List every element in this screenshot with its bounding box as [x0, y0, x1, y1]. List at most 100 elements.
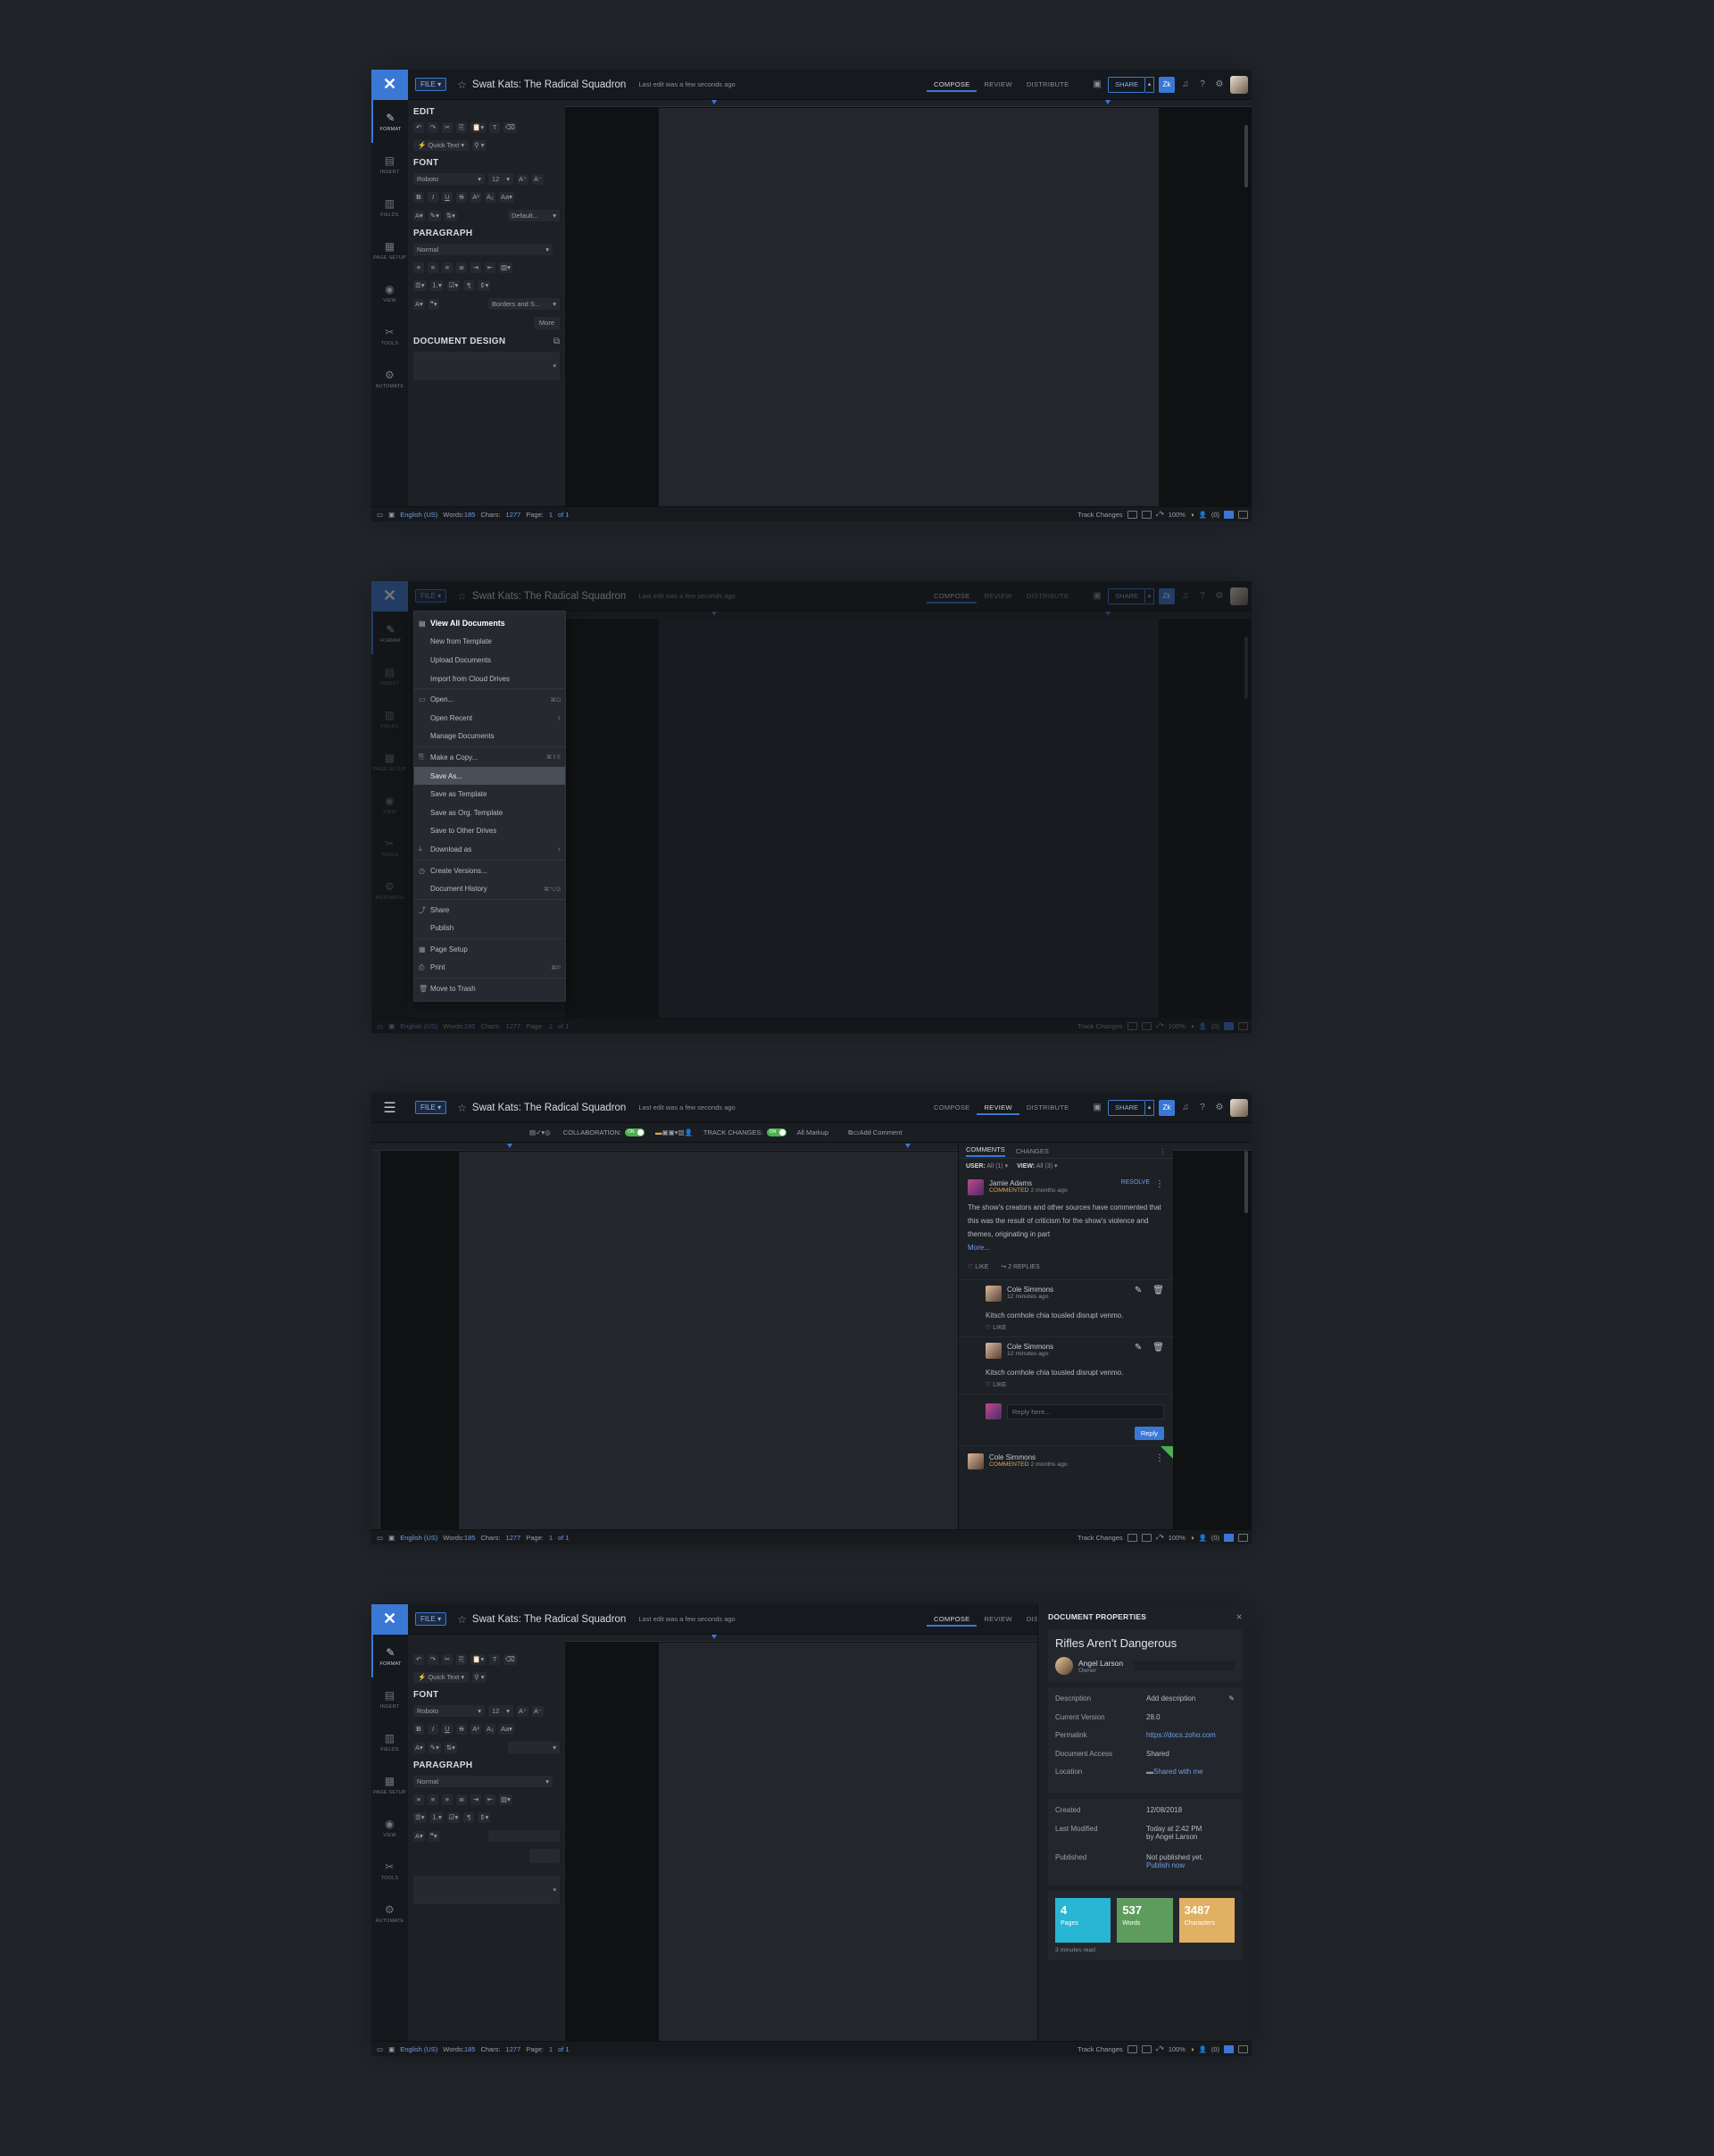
quote-icon[interactable]: ❞▾	[428, 1830, 439, 1842]
font-grow-icon[interactable]: A⁺	[517, 1705, 528, 1717]
rail-fields[interactable]: ▥FIELDS	[371, 186, 408, 229]
user-avatar[interactable]	[1230, 1099, 1248, 1117]
chat-icon[interactable]: ▬	[655, 1128, 662, 1136]
document-title[interactable]: Swat Kats: The Radical Squadron	[472, 79, 626, 90]
zoom-select[interactable]: 100%	[1169, 1534, 1186, 1542]
rail-page-setup[interactable]: ▦PAGE SETUP	[371, 1763, 408, 1806]
tab-review[interactable]: REVIEW	[977, 1101, 1019, 1115]
collaboration-toggle[interactable]: ON	[625, 1128, 645, 1136]
font-size-select[interactable]: 12 ▾	[488, 173, 513, 185]
comment-icon[interactable]: ▭	[377, 511, 383, 519]
fit-icon[interactable]: ⤢▾	[1156, 1533, 1164, 1542]
like-button[interactable]: ♡ LIKE	[986, 1324, 1164, 1331]
file-menu-item[interactable]: Upload Documents	[414, 651, 565, 670]
document-page[interactable]	[659, 108, 1159, 506]
web-view-icon[interactable]	[1238, 510, 1248, 519]
italic-icon[interactable]: I	[428, 1724, 438, 1735]
case-icon[interactable]: Aa▾	[499, 192, 514, 203]
like-button[interactable]: ♡ LIKE	[968, 1263, 988, 1270]
keyboard-icon[interactable]	[1141, 1533, 1152, 1542]
underline-icon[interactable]: U	[442, 1724, 453, 1735]
subscript-icon[interactable]: A₂	[485, 1724, 495, 1735]
rail-tools[interactable]: ✂TOOLS	[371, 1849, 408, 1892]
reply-input[interactable]	[1007, 1403, 1164, 1419]
page-view-icon[interactable]	[1224, 510, 1234, 519]
superscript-icon[interactable]: A²	[470, 192, 481, 203]
subscript-icon[interactable]: A₂	[485, 192, 495, 203]
property-value[interactable]: Add description	[1146, 1694, 1195, 1702]
find-replace-icon[interactable]: ⚲ ▾	[472, 1672, 487, 1683]
undo-icon[interactable]: ↶	[413, 1654, 424, 1665]
users-icon[interactable]: 👤	[1198, 2045, 1206, 2053]
font-family-select[interactable]: Roboto ▾	[413, 173, 485, 185]
settings-icon[interactable]: ⚙	[1213, 1102, 1226, 1114]
star-icon[interactable]: ☆	[457, 1613, 467, 1626]
publish-now-link[interactable]: Publish now	[1146, 1861, 1185, 1869]
vertical-scrollbar[interactable]	[1244, 125, 1248, 187]
file-menu-item[interactable]: Open Recent ›	[414, 709, 565, 728]
document-design-select[interactable]: ▾	[413, 1876, 560, 1904]
bold-icon[interactable]: B	[413, 192, 424, 203]
notifications-icon[interactable]: ♫	[1179, 1102, 1192, 1114]
file-menu-item[interactable]: ⎙ Print ⌘P	[414, 959, 565, 978]
file-menu-item[interactable]: Document History ⌘⌥G	[414, 879, 565, 898]
external-link-icon[interactable]: ⧉	[553, 337, 560, 346]
clear-format-icon[interactable]: ⌫	[503, 1654, 517, 1665]
tab-compose[interactable]: COMPOSE	[927, 78, 978, 92]
align-right-icon[interactable]: ≡	[442, 262, 453, 273]
file-menu-item[interactable]: ⎘ Make a Copy... ⌘⇧S	[414, 748, 565, 767]
share-dropdown-icon[interactable]: ▴	[1145, 1100, 1154, 1116]
reply-button[interactable]: Reply	[1134, 1427, 1164, 1440]
number-list-icon[interactable]: ⒈▾	[429, 280, 444, 291]
zoom-select[interactable]: 100%	[1169, 2045, 1186, 2053]
lock-icon[interactable]: ▧	[678, 1128, 684, 1136]
user-filter[interactable]: USER: All (1) ▾	[966, 1162, 1008, 1170]
text-color-icon[interactable]: A▾	[413, 210, 425, 221]
notifications-icon[interactable]: ♫	[1179, 79, 1192, 91]
default-style-select[interactable]: Default... ▾	[508, 210, 560, 221]
more-button[interactable]: More	[533, 317, 560, 329]
track-changes-label[interactable]: Track Changes	[1077, 1534, 1123, 1542]
tab-review[interactable]: REVIEW	[977, 78, 1019, 92]
more-options-icon[interactable]: ⋮	[1160, 1147, 1167, 1155]
tab-review[interactable]: REVIEW	[977, 1612, 1019, 1627]
case-icon[interactable]: Aa▾	[499, 1724, 514, 1735]
rail-insert[interactable]: ▤INSERT	[371, 1677, 408, 1720]
rail-format[interactable]: ✎FORMAT	[371, 1635, 408, 1677]
rail-tools[interactable]: ✂TOOLS	[371, 314, 408, 357]
theme-icon[interactable]: ◑	[1190, 511, 1194, 519]
paragraph-style-select[interactable]: Normal ▾	[413, 244, 553, 255]
comment-count-icon[interactable]: ▣	[662, 1128, 669, 1136]
replies-toggle[interactable]: ↪ 2 REPLIES	[1001, 1263, 1039, 1270]
page-view-icon[interactable]	[1224, 1533, 1234, 1542]
tab-changes[interactable]: CHANGES	[1016, 1147, 1049, 1155]
document-title[interactable]: Swat Kats: The Radical Squadron	[472, 1103, 626, 1113]
rail-automate[interactable]: ⚙AUTOMATE	[371, 1892, 408, 1935]
users-icon[interactable]: 👤	[1198, 1534, 1206, 1542]
shading-icon[interactable]: A▾	[413, 298, 425, 310]
redo-icon[interactable]: ↷	[428, 122, 438, 133]
file-menu-item[interactable]: Import from Cloud Drives	[414, 670, 565, 688]
share-button[interactable]: SHARE	[1108, 77, 1145, 93]
indent-increase-icon[interactable]: ⇥	[470, 1794, 481, 1805]
translate-icon[interactable]: Zk	[1159, 1100, 1175, 1116]
close-icon[interactable]: ✕	[371, 1604, 408, 1635]
property-value[interactable]: Shared with me	[1153, 1768, 1203, 1776]
theme-icon[interactable]: ◑	[1190, 1534, 1194, 1542]
justify-icon[interactable]: ≣	[456, 1794, 467, 1805]
settings-icon[interactable]: ⚙	[1213, 79, 1226, 91]
spacing-icon[interactable]: ⇅▾	[444, 210, 457, 221]
menu-icon[interactable]: ☰	[371, 1093, 408, 1123]
comment-more-link[interactable]: More...	[968, 1241, 1164, 1254]
cut-icon[interactable]: ✂	[442, 122, 453, 133]
page-number[interactable]: 1	[549, 2045, 553, 2053]
indent-decrease-icon[interactable]: ⇤	[485, 1794, 495, 1805]
translate-icon[interactable]: Zk	[1159, 77, 1175, 93]
file-menu-button[interactable]: FILE ▾	[415, 1612, 447, 1626]
font-shrink-icon[interactable]: A⁻	[531, 1705, 544, 1717]
vertical-scrollbar[interactable]	[1244, 1151, 1248, 1213]
document-design-select[interactable]: ▾	[413, 352, 560, 380]
align-left-icon[interactable]: ≡	[413, 1794, 424, 1805]
track-changes-toggle[interactable]: ON	[766, 1128, 786, 1136]
paint-format-icon[interactable]: T	[489, 1654, 501, 1665]
